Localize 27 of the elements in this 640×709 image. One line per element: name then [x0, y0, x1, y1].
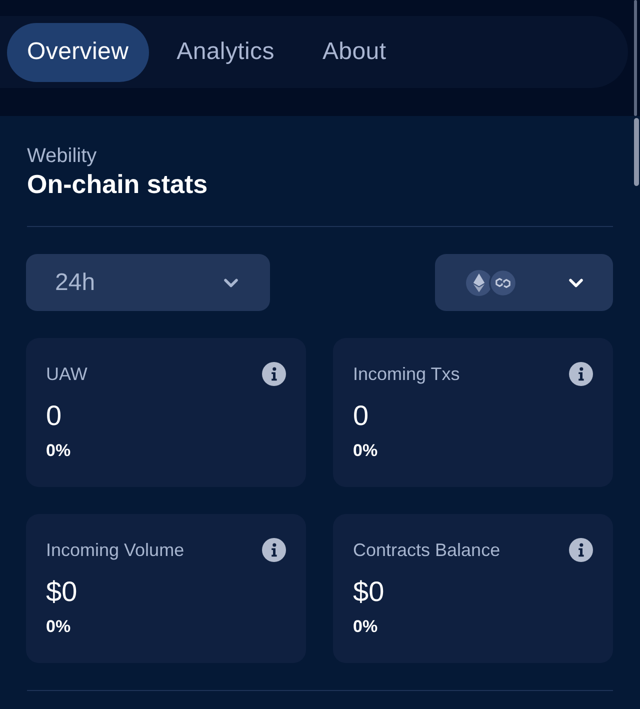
stat-label: Incoming Volume [46, 539, 184, 562]
scrollbar-thumb[interactable] [634, 0, 637, 116]
diamond-coin-icon [466, 270, 492, 296]
stat-label: UAW [46, 363, 88, 386]
period-select[interactable]: 24h [26, 254, 270, 311]
stat-value: 0 [46, 400, 62, 432]
stat-change: 0% [353, 616, 378, 638]
stat-change: 0% [353, 440, 378, 462]
stat-value: $0 [353, 576, 384, 608]
section-title: On-chain stats [26, 168, 209, 200]
info-icon[interactable] [262, 362, 286, 386]
info-icon[interactable] [569, 362, 593, 386]
stat-label: Incoming Txs [353, 363, 460, 386]
stat-value: $0 [46, 576, 78, 608]
app-name: Webility [26, 144, 98, 168]
tab[interactable]: Overview [7, 22, 149, 82]
stat-label: Contracts Balance [353, 539, 500, 562]
stat-value: 0 [353, 400, 369, 432]
network-select[interactable] [435, 254, 613, 311]
info-icon[interactable] [262, 538, 286, 562]
tab[interactable]: Analytics [156, 22, 294, 82]
stat-change: 0% [46, 440, 71, 462]
scrollbar-thumb[interactable] [634, 118, 639, 186]
tab[interactable]: About [302, 22, 406, 82]
link-coin-icon [489, 268, 517, 296]
stat-change: 0% [46, 616, 71, 638]
info-icon[interactable] [569, 538, 593, 562]
